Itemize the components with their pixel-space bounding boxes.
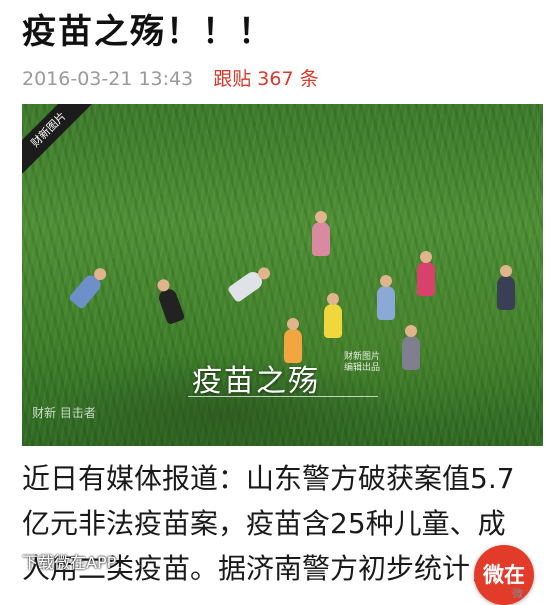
child-figure <box>156 286 186 326</box>
post-meta: 2016-03-21 13:43 跟贴 367 条 <box>22 64 319 91</box>
photo-source-badge: 财新图片 <box>22 104 97 178</box>
reply-count-link[interactable]: 跟贴 367 条 <box>213 68 318 90</box>
child-figure <box>497 265 515 310</box>
child-figure <box>417 251 435 296</box>
app-logo-button[interactable]: 微在 <box>474 545 534 605</box>
post-title: 疫苗之殇！！！ <box>22 12 274 52</box>
child-figure <box>377 275 395 320</box>
child-figure <box>324 293 342 338</box>
child-figure <box>68 272 104 310</box>
child-figure <box>226 268 266 304</box>
child-figure <box>402 325 420 370</box>
download-app-link[interactable]: 下载微在APP <box>22 549 116 573</box>
photo-caption-credit: 财新图片 编辑出品 <box>344 352 381 373</box>
caption-divider <box>188 396 378 397</box>
photo-caption: 疫苗之殇 <box>192 364 320 399</box>
post-date: 2016-03-21 13:43 <box>22 68 194 90</box>
child-figure <box>312 211 330 256</box>
photo-watermark: 财新 目击者 <box>32 406 96 420</box>
article-photo[interactable]: 财新图片 疫苗之殇 财新图片 编辑出品 财新 目击者 <box>22 104 543 446</box>
corner-watermark: 微 <box>512 587 523 600</box>
